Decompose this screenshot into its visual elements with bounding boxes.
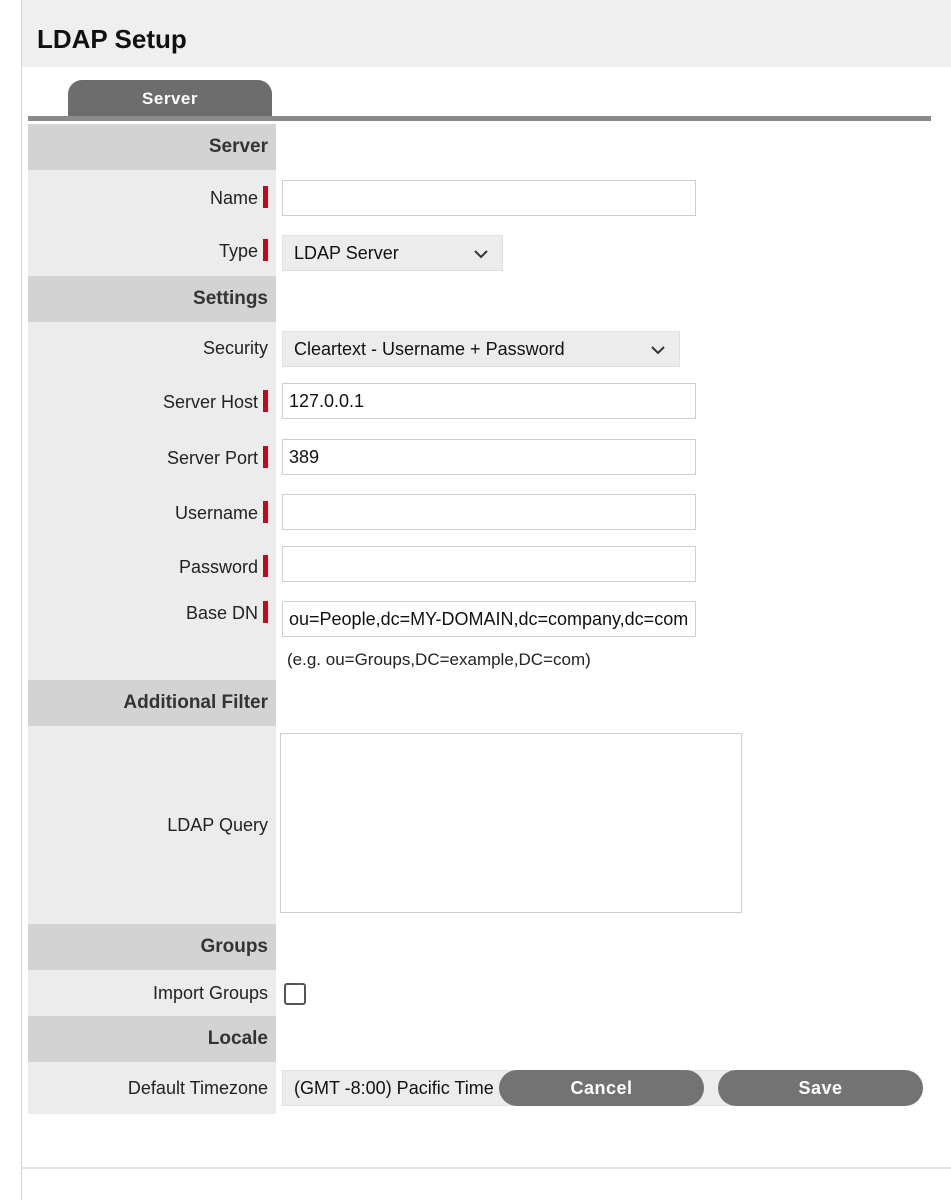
required-marker — [263, 239, 268, 261]
label-import-groups-row: Import Groups — [28, 970, 276, 1016]
tab-server[interactable]: Server — [68, 80, 272, 116]
label-security: Security — [202, 338, 268, 358]
cancel-button[interactable]: Cancel — [499, 1070, 704, 1106]
required-marker — [263, 446, 268, 468]
label-base-dn-row: Base DN — [28, 594, 276, 680]
section-header-additional-filter: Additional Filter — [28, 680, 276, 726]
security-select[interactable]: Cleartext - Username + Password — [282, 331, 680, 367]
label-server-host-row: Server Host — [28, 374, 276, 430]
type-select[interactable]: LDAP Server — [282, 235, 503, 271]
label-name-row: Name — [28, 170, 276, 226]
section-header-locale: Locale — [28, 1016, 276, 1062]
base-dn-input[interactable]: ou=People,dc=MY-DOMAIN,dc=company,dc=com — [282, 601, 696, 637]
label-server-port: Server Port — [166, 448, 258, 468]
label-password: Password — [178, 557, 258, 577]
label-security-row: Security — [28, 322, 276, 374]
required-marker — [263, 555, 268, 577]
label-default-timezone-row: Default Timezone — [28, 1062, 276, 1114]
label-ldap-query-row: LDAP Query — [28, 726, 276, 924]
save-button[interactable]: Save — [718, 1070, 923, 1106]
label-password-row: Password — [28, 540, 276, 594]
ldap-query-textarea[interactable] — [280, 733, 742, 913]
footer-divider — [22, 1167, 951, 1169]
name-input[interactable] — [282, 180, 696, 216]
required-marker — [263, 601, 268, 623]
section-title: Locale — [207, 1028, 268, 1049]
section-header-settings: Settings — [28, 276, 276, 322]
section-title: Server — [208, 136, 268, 157]
import-groups-checkbox[interactable] — [284, 983, 306, 1005]
base-dn-hint: (e.g. ou=Groups,DC=example,DC=com) — [287, 650, 591, 669]
required-marker — [263, 390, 268, 412]
label-default-timezone: Default Timezone — [127, 1078, 268, 1098]
label-type: Type — [218, 241, 258, 261]
section-title: Additional Filter — [123, 692, 268, 713]
label-server-port-row: Server Port — [28, 430, 276, 486]
page-title: LDAP Setup — [37, 24, 187, 54]
label-server-host: Server Host — [162, 392, 258, 412]
label-username-row: Username — [28, 486, 276, 540]
username-input[interactable] — [282, 494, 696, 530]
tab-bar-line — [28, 116, 931, 121]
label-name: Name — [209, 188, 258, 208]
chevron-down-icon — [474, 250, 488, 259]
security-select-value: Cleartext - Username + Password — [294, 339, 565, 359]
chevron-down-icon — [651, 346, 665, 355]
server-host-input[interactable]: 127.0.0.1 — [282, 383, 696, 419]
label-base-dn: Base DN — [185, 603, 258, 623]
label-type-row: Type — [28, 226, 276, 276]
required-marker — [263, 501, 268, 523]
server-port-input[interactable]: 389 — [282, 439, 696, 475]
label-import-groups: Import Groups — [152, 983, 268, 1003]
required-marker — [263, 186, 268, 208]
section-title: Settings — [193, 288, 268, 309]
password-input[interactable] — [282, 546, 696, 582]
section-header-groups: Groups — [28, 924, 276, 970]
type-select-value: LDAP Server — [294, 243, 399, 263]
section-header-server: Server — [28, 124, 276, 170]
section-title: Groups — [200, 936, 268, 957]
label-username: Username — [174, 503, 258, 523]
label-ldap-query: LDAP Query — [167, 815, 268, 835]
